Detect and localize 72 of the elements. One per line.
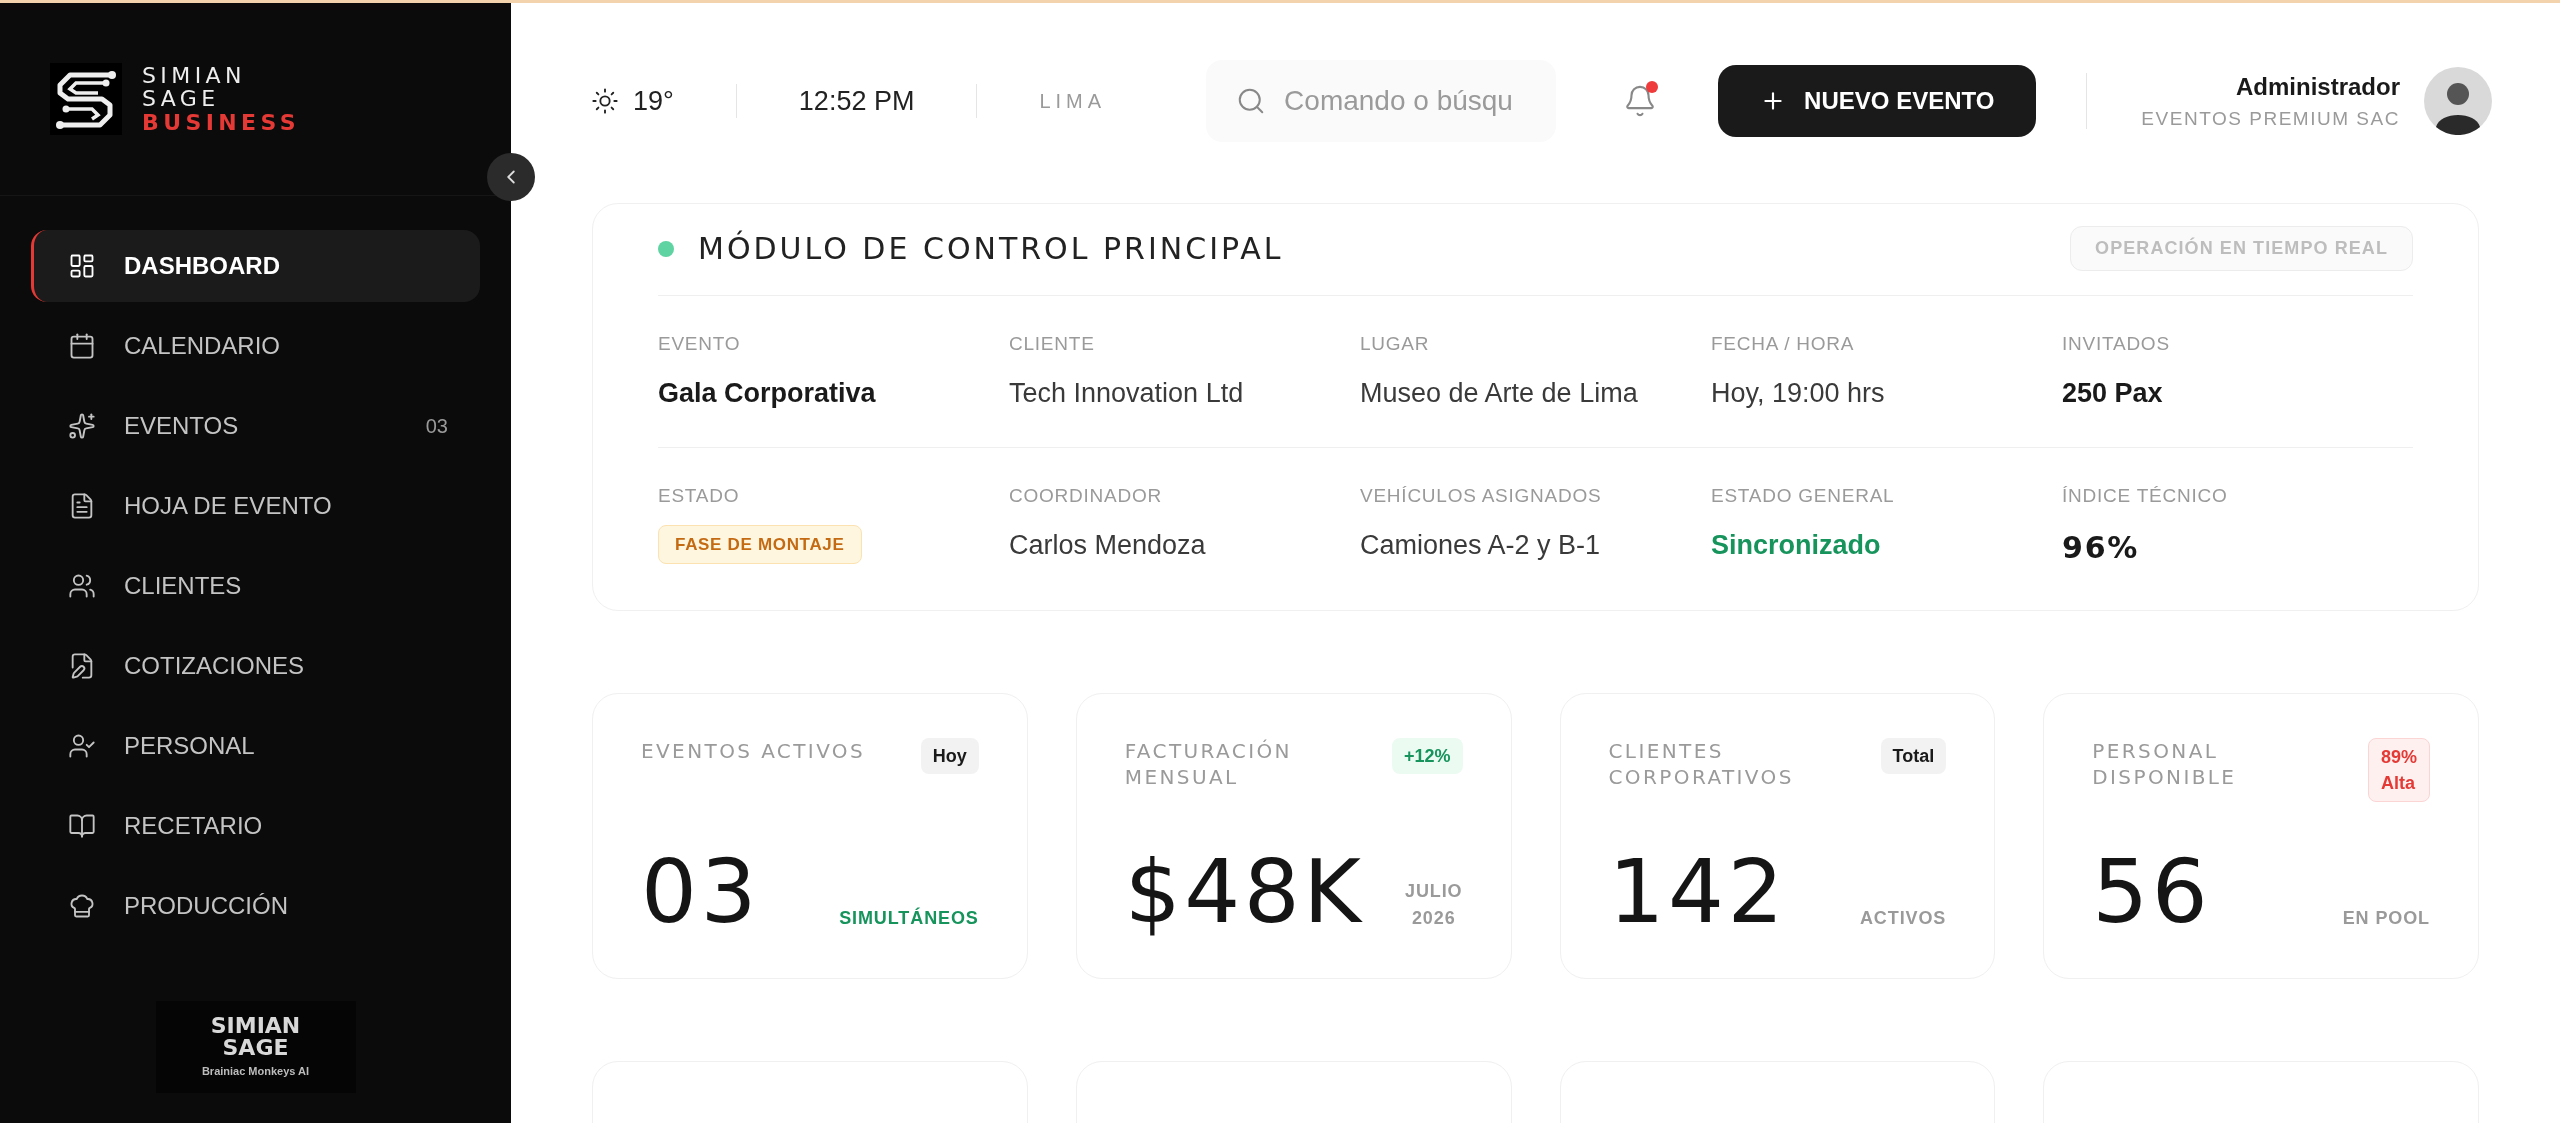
field-label: EVENTO xyxy=(658,332,742,356)
field-label: ESTADO GENERAL xyxy=(1711,484,1896,508)
field-value: 250 Pax xyxy=(2062,376,2164,410)
nav-item[interactable]: RECETARIO xyxy=(31,790,480,862)
user-name: Administrador xyxy=(2236,71,2400,102)
users-icon xyxy=(68,572,96,600)
field-label: CLIENTE xyxy=(1009,332,1096,356)
sparkles-icon xyxy=(68,412,96,440)
chef-hat-icon xyxy=(68,892,96,920)
status-badge: FASE DE MONTAJE xyxy=(658,524,862,564)
stat-note: SIMULTÁNEOS xyxy=(839,906,979,930)
field-label: FECHA / HORA xyxy=(1711,332,1856,356)
stat-value: 03 xyxy=(641,852,761,932)
stat-value: 142 xyxy=(1608,852,1788,932)
stat-note: ACTIVOS xyxy=(1859,906,1947,930)
logo-text: SAGE xyxy=(142,87,221,111)
collapse-button[interactable] xyxy=(487,153,535,201)
nav-item[interactable]: DASHBOARD xyxy=(31,230,480,302)
logo-text: SAGE xyxy=(222,1036,289,1059)
logo-text: SIMIAN xyxy=(142,64,247,88)
stat-title: FACTURACIÓN MENSUAL xyxy=(1124,737,1293,790)
dashboard-icon xyxy=(68,252,96,280)
field-value: Tech Innovation Ltd xyxy=(1009,376,1245,410)
field-value: Camiones A-2 y B-1 xyxy=(1360,528,1602,562)
stat-tag: Total xyxy=(1880,737,1947,774)
clock-time: 12:52 PM xyxy=(798,84,915,118)
field-value: 96% xyxy=(2062,528,2141,567)
logo-tagline: Brainiac Monkeys AI xyxy=(201,1063,310,1079)
temperature: 19° xyxy=(633,84,674,118)
nav-item[interactable]: PRODUCCIÓN xyxy=(31,870,480,942)
stat-tag: 89% Alta xyxy=(2367,737,2430,802)
live-badge: OPERACIÓN EN TIEMPO REAL xyxy=(2070,226,2413,271)
stat-note: JULIO xyxy=(1405,879,1463,903)
stat-title: CLIENTES CORPORATIVOS xyxy=(1608,737,1795,790)
field-label: ESTADO xyxy=(658,484,741,508)
field-label: ÍNDICE TÉCNICO xyxy=(2062,484,2229,508)
field-label: INVITADOS xyxy=(2062,332,2171,356)
stat-value: 56 xyxy=(2092,852,2212,932)
field-value: Carlos Mendoza xyxy=(1009,528,1207,562)
user-check-icon xyxy=(68,732,96,760)
stat-title: EVENTOS ACTIVOS xyxy=(641,737,866,764)
nav-item[interactable]: EVENTOS 03 xyxy=(31,390,480,462)
stat-note: EN POOL xyxy=(2342,906,2430,930)
city-label: LIMA xyxy=(1039,89,1107,114)
nav-item[interactable]: HOJA DE EVENTO xyxy=(31,470,480,542)
nav-item[interactable]: CLIENTES xyxy=(31,550,480,622)
stat-note: 2026 xyxy=(1411,906,1456,930)
company-name: EVENTOS PREMIUM SAC xyxy=(2141,106,2400,131)
logo-icon xyxy=(50,63,122,135)
field-label: VEHÍCULOS ASIGNADOS xyxy=(1360,484,1603,508)
item-count: 03 xyxy=(425,414,448,439)
sun-icon xyxy=(591,87,619,115)
stat-title: PERSONAL DISPONIBLE xyxy=(2092,737,2238,790)
nav-item[interactable]: COTIZACIONES xyxy=(31,630,480,702)
nav-item[interactable]: CALENDARIO xyxy=(31,310,480,382)
field-value: Sincronizado xyxy=(1711,528,1882,562)
field-value: Hoy, 19:00 hrs xyxy=(1711,376,1886,410)
book-icon xyxy=(68,812,96,840)
field-value: Gala Corporativa xyxy=(658,376,877,410)
field-label: COORDINADOR xyxy=(1009,484,1163,508)
field-label: LUGAR xyxy=(1360,332,1431,356)
search-field[interactable]: Comando o búsqu xyxy=(1206,60,1557,142)
calendar-icon xyxy=(68,332,96,360)
stat-tag: +12% xyxy=(1391,737,1463,774)
stat-tag: Hoy xyxy=(920,737,979,774)
logo-text: BUSINESS xyxy=(142,110,300,134)
nav-item[interactable]: PERSONAL xyxy=(31,710,480,782)
field-value: Museo de Arte de Lima xyxy=(1360,376,1639,410)
new-event-button[interactable]: NUEVO EVENTO xyxy=(1718,65,2037,137)
module-title: MÓDULO DE CONTROL PRINCIPAL xyxy=(698,229,1285,268)
logo-text: SIMIAN xyxy=(210,1014,301,1037)
avatar[interactable] xyxy=(2424,67,2492,135)
